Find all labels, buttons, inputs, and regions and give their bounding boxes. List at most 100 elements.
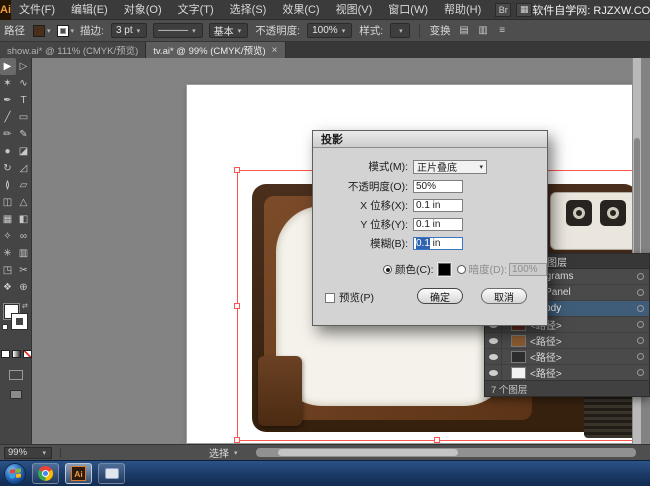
tool-symbol-sprayer[interactable]: ✳ (0, 245, 16, 262)
darkness-radio[interactable] (457, 265, 466, 274)
menu-select[interactable]: 选择(S) (222, 0, 275, 20)
tool-rotate[interactable]: ↻ (0, 160, 16, 177)
layer-row-path-4[interactable]: <路径> (485, 365, 649, 381)
tool-lasso[interactable]: ∿ (16, 75, 32, 92)
current-tool-status[interactable]: 选择 ▾ (209, 445, 240, 460)
tool-perspective-grid[interactable]: △ (16, 194, 32, 211)
target-circle-icon[interactable] (637, 369, 644, 376)
none-mode-icon[interactable] (23, 350, 32, 358)
shadow-color-swatch[interactable] (438, 263, 451, 276)
style-select[interactable]: ▾ (390, 23, 410, 38)
tab-show-ai[interactable]: show.ai* @ 111% (CMYK/预览) (0, 42, 146, 58)
default-fill-stroke-icon[interactable] (2, 324, 8, 330)
control-menu-icon[interactable]: ≡ (495, 24, 510, 37)
tool-type[interactable]: T (16, 92, 32, 109)
layer-name[interactable]: <路径> (530, 333, 562, 348)
panels-icon[interactable]: ▥ (476, 24, 491, 37)
tool-selection[interactable]: ▶ (0, 58, 16, 75)
tool-line-segment[interactable]: ╱ (0, 109, 16, 126)
target-circle-icon[interactable] (637, 273, 644, 280)
zoom-select[interactable]: 99% ▾ (4, 447, 52, 459)
tab-tv-ai[interactable]: tv.ai* @ 99% (CMYK/预览) × (146, 42, 285, 58)
tool-hand[interactable]: ❖ (0, 279, 16, 296)
tool-blob-brush[interactable]: ● (0, 143, 16, 160)
screen-mode-icon[interactable] (10, 390, 22, 399)
horizontal-scrollbar-thumb[interactable] (278, 449, 458, 456)
transform-link[interactable]: 变换 (430, 23, 451, 38)
target-circle-icon[interactable] (637, 305, 644, 312)
taskbar-app-icon[interactable] (98, 463, 125, 484)
dialog-title[interactable]: 投影 (313, 131, 547, 148)
tool-artboard[interactable]: ◳ (0, 262, 16, 279)
layer-thumbnail[interactable] (511, 367, 526, 379)
menu-type[interactable]: 文字(T) (170, 0, 222, 20)
tool-column-graph[interactable]: ▥ (16, 245, 32, 262)
layer-name[interactable]: <路径> (530, 349, 562, 364)
x-offset-field[interactable]: 0.1 in (413, 199, 463, 212)
tool-paintbrush[interactable]: ✏ (0, 126, 16, 143)
tool-magic-wand[interactable]: ✶ (0, 75, 16, 92)
layer-name[interactable]: <路径> (530, 365, 562, 380)
selection-handle[interactable] (234, 303, 240, 309)
blur-field[interactable]: 0.1 in (413, 237, 463, 250)
variable-width-select[interactable]: ——— ▾ (153, 23, 203, 38)
horizontal-scrollbar[interactable] (256, 448, 636, 457)
layer-thumbnail[interactable] (511, 335, 526, 347)
menu-object[interactable]: 对象(O) (116, 0, 170, 20)
brush-definition-select[interactable]: 基本 ▾ (209, 23, 249, 38)
gradient-mode-icon[interactable] (12, 350, 21, 358)
tool-direct-selection[interactable]: ▷ (16, 58, 32, 75)
selection-handle[interactable] (234, 167, 240, 173)
menu-edit[interactable]: 编辑(E) (63, 0, 116, 20)
tool-mesh[interactable]: ▦ (0, 211, 16, 228)
target-circle-icon[interactable] (637, 321, 644, 328)
target-circle-icon[interactable] (637, 353, 644, 360)
menu-window[interactable]: 窗口(W) (380, 0, 436, 20)
taskbar-illustrator-icon[interactable]: Ai (65, 463, 92, 484)
mode-select[interactable]: 正片叠底 ▾ (413, 160, 487, 174)
tool-gradient[interactable]: ◧ (16, 211, 32, 228)
arrange-documents-icon[interactable]: ▦ (516, 3, 532, 17)
swap-fill-stroke-icon[interactable]: ⇄ (22, 302, 28, 310)
tool-slice[interactable]: ✂ (16, 262, 32, 279)
stroke-dropdown-arrow[interactable]: ▾ (71, 27, 75, 35)
tool-pen[interactable]: ✒ (0, 92, 16, 109)
selection-handle[interactable] (434, 437, 440, 443)
layer-row-path-3[interactable]: <路径> (485, 349, 649, 365)
color-mode-icon[interactable] (1, 350, 10, 358)
stroke-weight-select[interactable]: 3 pt ▾ (111, 23, 147, 38)
tool-pencil[interactable]: ✎ (16, 126, 32, 143)
fill-color-swatch[interactable] (33, 25, 45, 37)
dialog-opacity-field[interactable]: 50% (413, 180, 463, 193)
menu-file[interactable]: 文件(F) (11, 0, 63, 20)
app-logo[interactable]: Ai (0, 0, 11, 20)
menu-effect[interactable]: 效果(C) (274, 0, 327, 20)
tool-rectangle[interactable]: ▭ (16, 109, 32, 126)
start-button[interactable] (4, 463, 26, 485)
tool-shape-builder[interactable]: ◫ (0, 194, 16, 211)
layers-tab[interactable]: 图层 (547, 254, 567, 269)
opacity-select[interactable]: 100% ▾ (307, 23, 352, 38)
target-circle-icon[interactable] (637, 289, 644, 296)
tool-eraser[interactable]: ◪ (16, 143, 32, 160)
stroke-color-swatch[interactable] (57, 25, 69, 37)
draw-mode-icon[interactable] (9, 370, 23, 380)
tool-zoom[interactable]: ⊕ (16, 279, 32, 296)
selection-handle[interactable] (234, 437, 240, 443)
visibility-toggle[interactable] (485, 365, 502, 380)
y-offset-field[interactable]: 0.1 in (413, 218, 463, 231)
layer-row-path-2[interactable]: <路径> (485, 333, 649, 349)
bridge-icon[interactable]: Br (495, 3, 511, 17)
cancel-button[interactable]: 取消 (481, 288, 527, 304)
vertical-scrollbar-thumb[interactable] (634, 138, 640, 268)
color-radio[interactable] (383, 265, 392, 274)
stroke-swatch[interactable] (12, 314, 27, 329)
tool-free-transform[interactable]: ▱ (16, 177, 32, 194)
taskbar-chrome-icon[interactable] (32, 463, 59, 484)
tool-width[interactable]: ≬ (0, 177, 16, 194)
visibility-toggle[interactable] (485, 333, 502, 348)
preview-checkbox[interactable] (325, 293, 335, 303)
tool-eyedropper[interactable]: ✧ (0, 228, 16, 245)
tab-close-icon[interactable]: × (272, 45, 278, 56)
target-circle-icon[interactable] (637, 337, 644, 344)
